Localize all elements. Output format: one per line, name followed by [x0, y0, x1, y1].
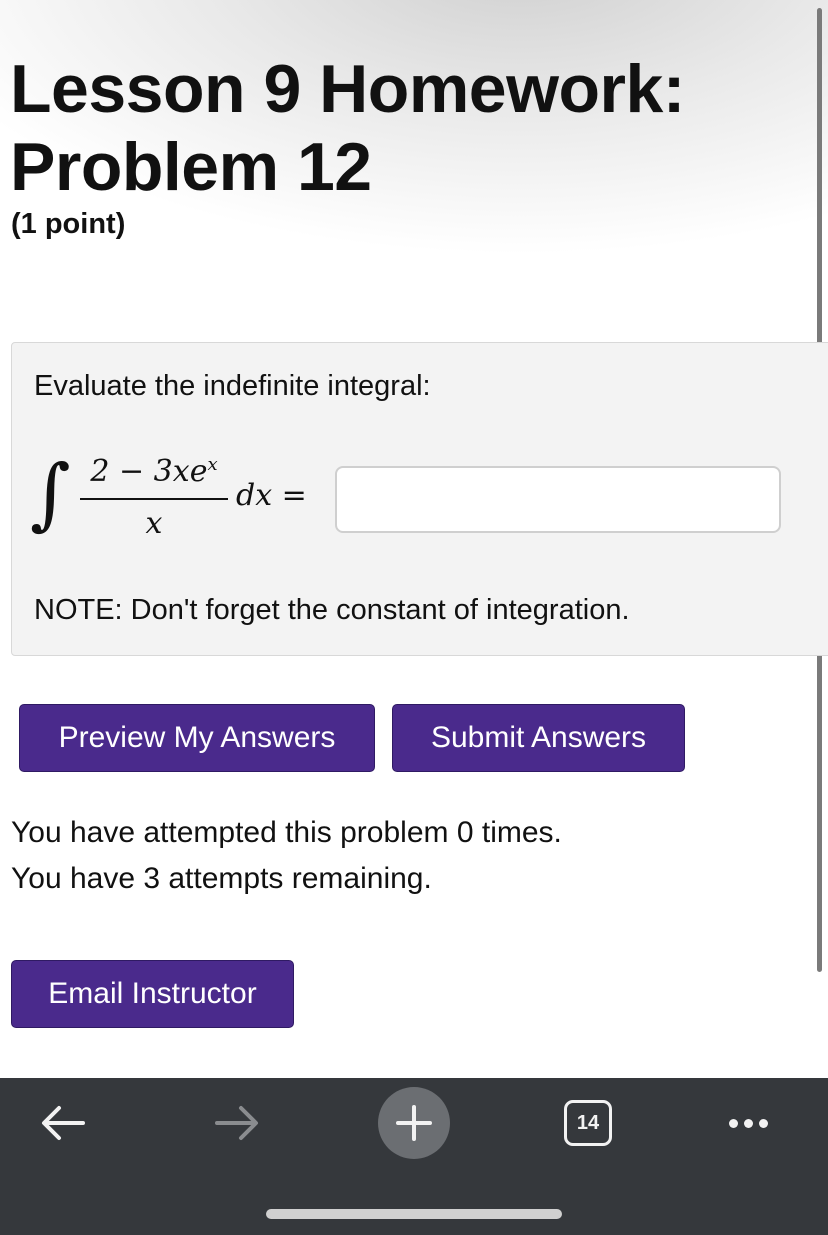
points-label: (1 point)	[11, 208, 126, 240]
answer-input[interactable]	[335, 466, 781, 533]
problem-prompt: Evaluate the indefinite integral:	[34, 370, 431, 402]
email-instructor-button[interactable]: Email Instructor	[11, 960, 294, 1028]
numerator-exponent: x	[207, 454, 218, 475]
plus-icon[interactable]	[378, 1087, 450, 1159]
integral-sign: ∫	[30, 449, 71, 539]
problem-note: NOTE: Don't forget the constant of integ…	[34, 594, 630, 626]
fraction-bar	[80, 498, 228, 500]
integrand-numerator: 2 − 3xex	[82, 454, 226, 489]
numerator-text: 2 − 3xe	[90, 454, 208, 489]
arrow-left-icon[interactable]	[34, 1094, 92, 1152]
submit-answers-button[interactable]: Submit Answers	[392, 704, 685, 772]
integral-expression: ∫ 2 − 3xex x dx =	[30, 449, 330, 552]
attempts-made: You have attempted this problem 0 times.	[11, 816, 562, 849]
page-title: Lesson 9 Homework: Problem 12	[10, 51, 685, 205]
differential-equals: dx =	[236, 478, 307, 513]
attempts-info: You have attempted this problem 0 times.…	[11, 810, 562, 902]
home-indicator	[266, 1209, 562, 1219]
preview-answers-button[interactable]: Preview My Answers	[19, 704, 375, 772]
tab-count-button[interactable]: 14	[564, 1100, 612, 1146]
more-dots-icon[interactable]	[722, 1094, 774, 1152]
integrand-denominator: x	[145, 506, 163, 541]
arrow-right-icon[interactable]	[208, 1094, 266, 1152]
attempts-remaining: You have 3 attempts remaining.	[11, 862, 432, 895]
